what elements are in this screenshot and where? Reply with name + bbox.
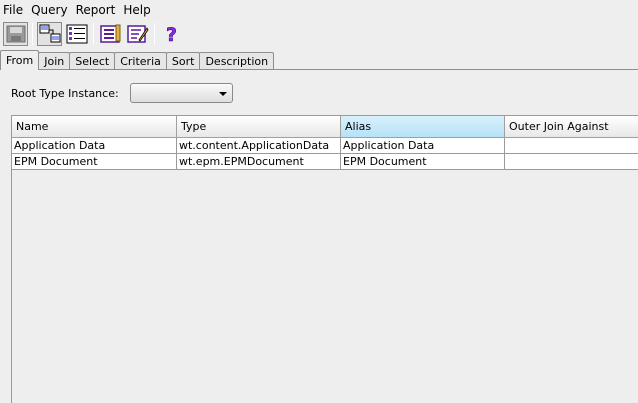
- menu-file[interactable]: File: [0, 0, 27, 20]
- menubar: File Query Report Help: [0, 0, 638, 20]
- tab-select[interactable]: Select: [69, 52, 116, 70]
- cell-alias[interactable]: Application Data: [341, 138, 505, 154]
- toolbar-separator: [93, 23, 94, 45]
- table-row[interactable]: Application Data wt.content.ApplicationD…: [12, 138, 638, 154]
- report-list-icon: [99, 24, 120, 43]
- help-button[interactable]: ?: [159, 22, 184, 46]
- svg-text:?: ?: [166, 24, 177, 44]
- toolbar-separator: [32, 23, 33, 45]
- tab-from[interactable]: From: [0, 50, 40, 70]
- column-header-type[interactable]: Type: [177, 116, 341, 138]
- tab-description[interactable]: Description: [199, 52, 275, 70]
- cell-outer-join[interactable]: [505, 138, 638, 154]
- tab-criteria[interactable]: Criteria: [114, 52, 167, 70]
- menu-query[interactable]: Query: [27, 0, 71, 20]
- save-icon: [6, 25, 25, 43]
- column-header-outer-join[interactable]: Outer Join Against: [505, 116, 638, 138]
- from-table: Name Type Alias Outer Join Against Appli…: [11, 115, 638, 403]
- toolbar-separator: [154, 23, 155, 45]
- select-list-button[interactable]: [64, 22, 89, 46]
- edit-report-icon: [126, 25, 148, 43]
- cell-alias[interactable]: EPM Document: [341, 154, 505, 170]
- menu-report[interactable]: Report: [72, 0, 120, 20]
- from-join-icon: [39, 24, 60, 43]
- tab-strip: From Join Select Criteria Sort Descripti…: [0, 50, 275, 70]
- menu-help[interactable]: Help: [119, 0, 154, 20]
- column-header-name[interactable]: Name: [12, 116, 177, 138]
- report-list-button[interactable]: [98, 22, 123, 46]
- tab-sort[interactable]: Sort: [165, 52, 201, 70]
- table-row[interactable]: EPM Document wt.epm.EPMDocument EPM Docu…: [12, 154, 638, 170]
- tab-join[interactable]: Join: [38, 52, 71, 70]
- edit-report-button[interactable]: [125, 22, 150, 46]
- from-join-button[interactable]: [37, 22, 62, 46]
- root-type-label: Root Type Instance:: [11, 87, 119, 100]
- tab-divider: [0, 69, 638, 70]
- help-icon: ?: [165, 24, 177, 44]
- cell-name[interactable]: EPM Document: [12, 154, 177, 170]
- cell-type[interactable]: wt.content.ApplicationData: [177, 138, 341, 154]
- cell-type[interactable]: wt.epm.EPMDocument: [177, 154, 341, 170]
- chevron-down-icon: [219, 92, 227, 96]
- table-header: Name Type Alias Outer Join Against: [12, 116, 638, 138]
- select-list-icon: [66, 24, 87, 44]
- root-type-dropdown[interactable]: [130, 83, 233, 103]
- toolbar: ?: [0, 20, 638, 48]
- cell-name[interactable]: Application Data: [12, 138, 177, 154]
- save-button[interactable]: [3, 22, 28, 46]
- cell-outer-join[interactable]: [505, 154, 638, 170]
- column-header-alias[interactable]: Alias: [341, 116, 505, 138]
